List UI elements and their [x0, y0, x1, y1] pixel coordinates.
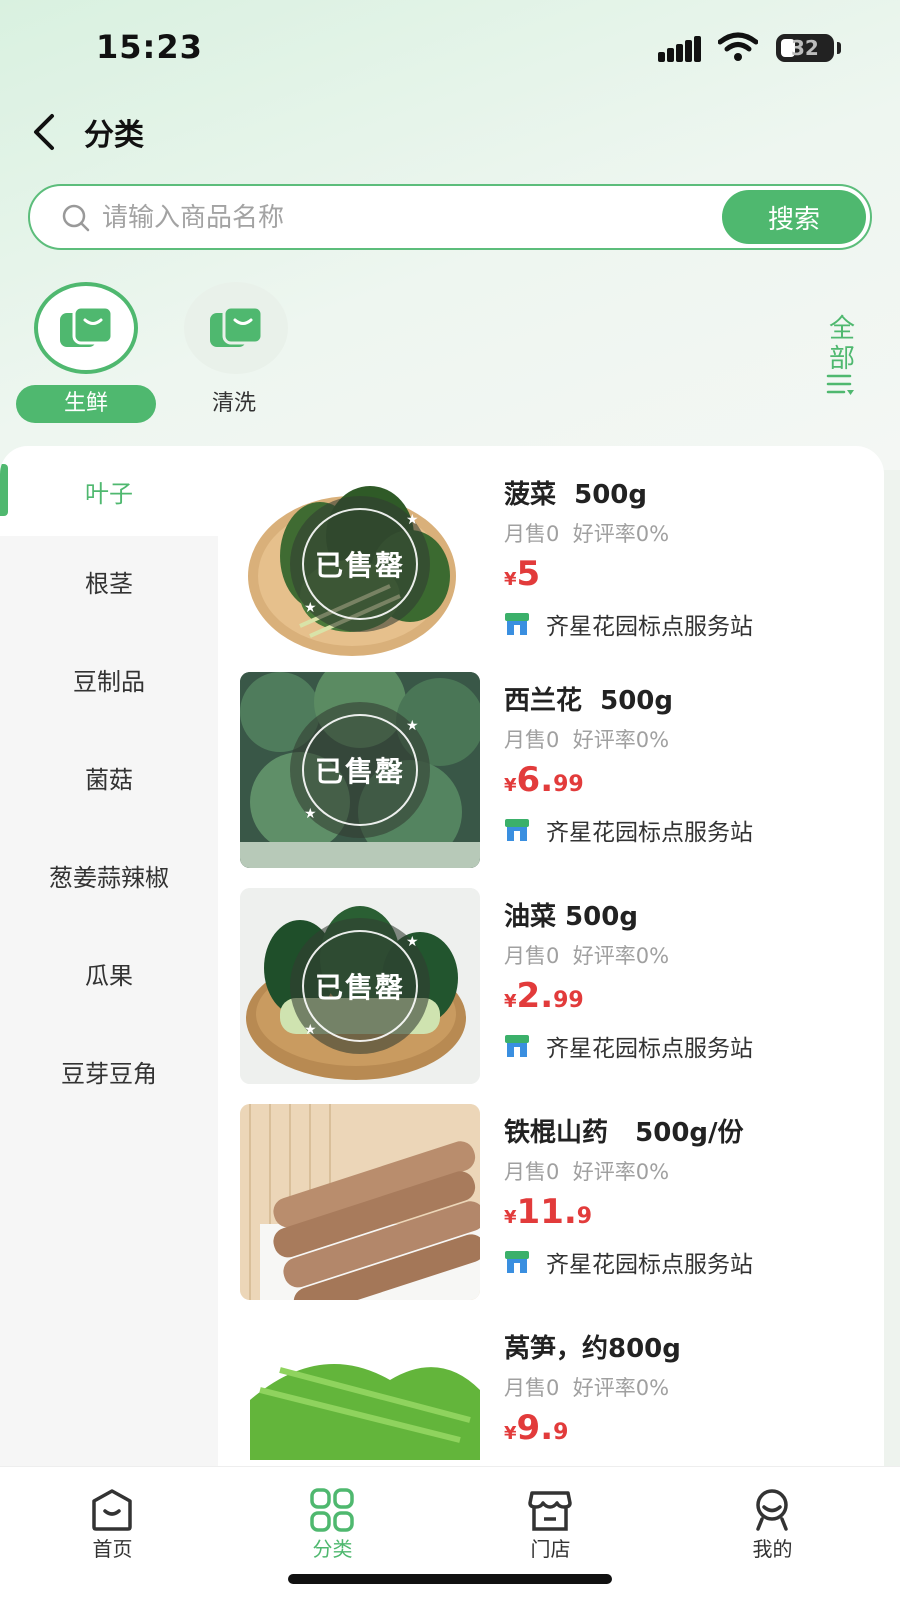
product-stats: 月售0 好评率0% — [504, 1160, 670, 1184]
sold-out-badge: ★ ★ 已售罄 — [290, 702, 430, 838]
sidebar-item-label: 豆芽豆角 — [61, 1059, 157, 1088]
product-stats: 月售0 好评率0% — [504, 728, 670, 752]
profile-icon — [756, 1489, 788, 1531]
product-image-yam — [240, 1104, 480, 1300]
shop-bag-icon — [210, 305, 264, 347]
status-time: 15:23 — [96, 28, 203, 66]
main-panel: 叶子 根茎 豆制品 菌菇 葱姜蒜辣椒 瓜果 豆芽豆角 ★ ★ 已售罄 菠菜 50… — [0, 446, 884, 1466]
product-store: 齐星花园标点服务站 — [504, 1030, 753, 1062]
product-card[interactable]: ★ ★ 已售罄 菠菜 500g 月售0 好评率0% ¥5 齐星花园标点服务站 — [240, 466, 880, 666]
product-store: 齐星花园标点服务站 — [504, 1246, 753, 1278]
store-small-icon — [505, 1251, 529, 1273]
product-card[interactable]: 莴笋，约800g 月售0 好评率0% ¥9.9 — [240, 1320, 880, 1466]
home-indicator — [288, 1574, 612, 1584]
product-price: ¥2.99 — [504, 976, 584, 1016]
sidebar-item-label: 豆制品 — [73, 667, 145, 696]
category-sidebar: 叶子 根茎 豆制品 菌菇 葱姜蒜辣椒 瓜果 豆芽豆角 — [0, 446, 218, 1466]
sidebar-item-fruit-veg[interactable]: 瓜果 — [0, 928, 218, 1018]
product-price: ¥5 — [504, 554, 541, 594]
nav-home[interactable]: 首页 — [0, 1467, 225, 1567]
store-small-icon — [505, 819, 529, 841]
product-card[interactable]: 铁棍山药 500g/份 月售0 好评率0% ¥11.9 齐星花园标点服务站 — [240, 1104, 880, 1304]
sidebar-item-root[interactable]: 根茎 — [0, 536, 218, 626]
category-icon-circle — [34, 282, 138, 374]
product-price: ¥11.9 — [504, 1192, 593, 1232]
product-image-bok-choy: ★ ★ 已售罄 — [240, 888, 480, 1084]
sold-out-badge: ★ ★ 已售罄 — [290, 496, 430, 632]
nav-store[interactable]: 门店 — [438, 1467, 663, 1567]
sold-out-badge: ★ ★ 已售罄 — [290, 918, 430, 1054]
sidebar-item-soy[interactable]: 豆制品 — [0, 634, 218, 724]
search-button[interactable]: 搜索 — [722, 190, 866, 244]
store-small-icon — [505, 1035, 529, 1057]
expand-menu-icon[interactable] — [826, 372, 856, 398]
product-card[interactable]: ★ ★ 已售罄 油菜 500g 月售0 好评率0% ¥2.99 齐星花园标点服务… — [240, 888, 880, 1088]
category-grid-icon — [310, 1488, 354, 1532]
category-label-cleaning: 清洗 — [211, 391, 256, 416]
product-price: ¥6.99 — [504, 760, 584, 800]
sidebar-item-label: 菌菇 — [85, 765, 133, 794]
product-stats: 月售0 好评率0% — [504, 1376, 670, 1400]
status-bar: 15:23 32 — [0, 0, 900, 96]
nav-label: 首页 — [92, 1537, 133, 1561]
search-input[interactable] — [102, 196, 682, 240]
category-icon-circle — [184, 282, 288, 374]
cellular-signal-icon — [658, 36, 702, 62]
sidebar-item-leafy[interactable]: 叶子 — [0, 446, 218, 536]
category-label-fresh: 生鲜 — [16, 385, 156, 423]
product-store: 齐星花园标点服务站 — [504, 814, 753, 846]
product-name: 莴笋，约800g — [504, 1334, 681, 1364]
shop-bag-icon — [60, 305, 114, 347]
store-small-icon — [505, 613, 529, 635]
product-price: ¥9.9 — [504, 1408, 569, 1448]
sidebar-item-sprouts-beans[interactable]: 豆芽豆角 — [0, 1026, 218, 1116]
battery-percent: 32 — [791, 36, 819, 60]
page-title: 分类 — [84, 118, 144, 153]
nav-label: 分类 — [312, 1537, 353, 1561]
all-categories-button[interactable]: 全部 — [824, 314, 860, 374]
product-name: 菠菜 500g — [504, 480, 647, 510]
battery-icon: 32 — [776, 34, 834, 62]
home-icon — [92, 1489, 132, 1531]
wifi-icon — [718, 32, 758, 61]
sidebar-item-seasoning[interactable]: 葱姜蒜辣椒 — [0, 830, 218, 920]
active-indicator — [0, 464, 8, 516]
nav-profile[interactable]: 我的 — [660, 1467, 885, 1567]
search-bar: 搜索 — [28, 184, 872, 250]
product-image-broccoli: ★ ★ 已售罄 — [240, 672, 480, 868]
search-icon — [62, 204, 90, 232]
product-name: 铁棍山药 500g/份 — [504, 1118, 744, 1148]
product-name: 西兰花 500g — [504, 686, 673, 716]
sidebar-item-label: 瓜果 — [85, 961, 133, 990]
nav-category[interactable]: 分类 — [220, 1467, 445, 1567]
product-image-lettuce — [240, 1320, 480, 1466]
store-icon — [528, 1491, 572, 1531]
product-stats: 月售0 好评率0% — [504, 522, 670, 546]
product-stats: 月售0 好评率0% — [504, 944, 670, 968]
product-image-spinach: ★ ★ 已售罄 — [240, 466, 480, 662]
product-card[interactable]: ★ ★ 已售罄 西兰花 500g 月售0 好评率0% ¥6.99 齐星花园标点服… — [240, 672, 880, 872]
sidebar-item-label: 叶子 — [85, 479, 133, 508]
nav-label: 我的 — [752, 1537, 793, 1561]
sidebar-item-label: 根茎 — [85, 569, 133, 598]
sidebar-item-label: 葱姜蒜辣椒 — [49, 863, 169, 892]
nav-label: 门店 — [530, 1537, 571, 1561]
product-store: 齐星花园标点服务站 — [504, 608, 753, 640]
product-name: 油菜 500g — [504, 902, 638, 932]
sidebar-item-mushroom[interactable]: 菌菇 — [0, 732, 218, 822]
back-arrow-icon[interactable] — [26, 108, 66, 156]
